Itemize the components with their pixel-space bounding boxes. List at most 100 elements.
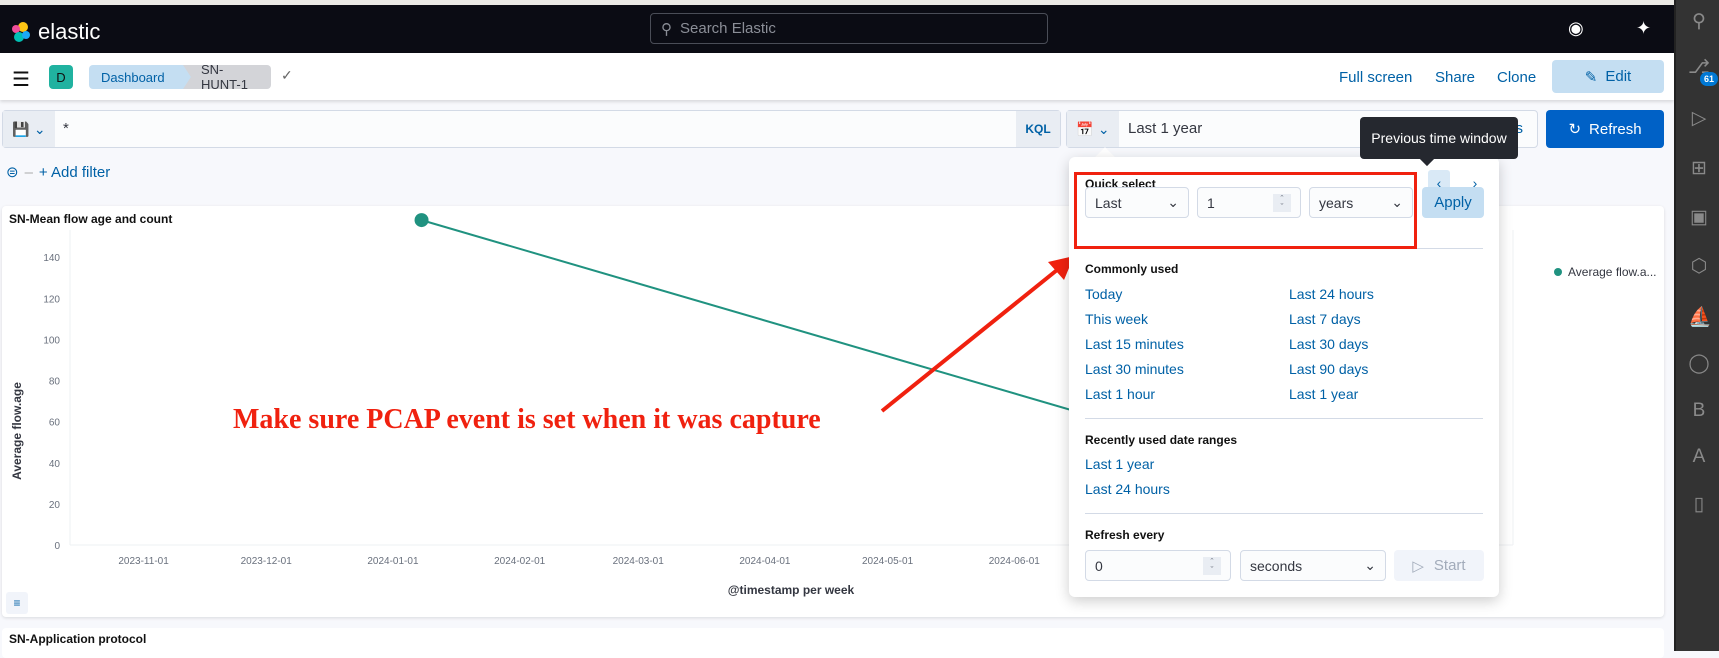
breadcrumb-dashboard[interactable]: Dashboard bbox=[89, 65, 193, 89]
refresh-interval-input[interactable]: 0 ˆˇ bbox=[1085, 550, 1231, 581]
y-tick-label: 60 bbox=[49, 418, 61, 429]
legend-item[interactable]: Average flow.a... bbox=[1568, 265, 1657, 279]
recent-range-link[interactable]: Last 24 hours bbox=[1085, 481, 1170, 497]
commonly-used-link[interactable]: Today bbox=[1085, 286, 1122, 302]
b-icon[interactable]: B bbox=[1688, 400, 1710, 422]
search-input[interactable]: ⚲ Search Elastic bbox=[650, 13, 1048, 44]
apply-button[interactable]: Apply bbox=[1422, 187, 1484, 218]
filter-row: ⊜ – + Add filter bbox=[6, 163, 110, 182]
query-input[interactable]: * bbox=[63, 120, 69, 137]
annotation-text: Make sure PCAP event is set when it was … bbox=[233, 404, 821, 435]
pencil-icon: ✎ bbox=[1584, 68, 1598, 86]
x-tick-label: 2023-11-01 bbox=[118, 556, 169, 567]
x-tick-label: 2024-03-01 bbox=[613, 556, 665, 567]
share-link[interactable]: Share bbox=[1435, 69, 1475, 86]
x-axis-label: @timestamp per week bbox=[728, 583, 855, 597]
panel-title: SN-Application protocol bbox=[9, 632, 147, 646]
add-filter-button[interactable]: + Add filter bbox=[39, 164, 110, 181]
breadcrumb-current: SN-HUNT-1 bbox=[183, 65, 271, 89]
y-tick-label: 120 bbox=[43, 294, 60, 305]
azure-icon[interactable]: A bbox=[1688, 446, 1710, 468]
refresh-icon: ↻ bbox=[1568, 121, 1582, 138]
hexagon-play-icon[interactable]: ⬡ bbox=[1688, 255, 1710, 278]
legend-toggle-icon[interactable]: ≡ bbox=[6, 592, 28, 614]
search-placeholder: Search Elastic bbox=[680, 20, 776, 37]
refresh-unit-select[interactable]: seconds ⌄ bbox=[1240, 550, 1386, 581]
github-icon[interactable]: ◯ bbox=[1688, 352, 1710, 375]
commonly-used-title: Commonly used bbox=[1085, 262, 1179, 276]
top-header: elastic ⚲ Search Elastic ◉ ✦ bbox=[0, 5, 1674, 53]
date-range-value[interactable]: Last 1 year bbox=[1128, 120, 1202, 137]
commonly-used-link[interactable]: Last 15 minutes bbox=[1085, 336, 1184, 352]
y-tick-label: 20 bbox=[49, 500, 61, 511]
space-avatar[interactable]: D bbox=[49, 65, 73, 89]
calendar-icon: 📅 bbox=[1076, 120, 1094, 137]
x-tick-label: 2024-06-01 bbox=[989, 556, 1041, 567]
y-tick-label: 0 bbox=[54, 541, 60, 552]
y-tick-label: 100 bbox=[43, 335, 60, 346]
commonly-used-link[interactable]: Last 1 year bbox=[1289, 386, 1358, 402]
chevron-down-icon: ⌄ bbox=[1364, 557, 1376, 573]
stepper-icon[interactable]: ˆˇ bbox=[1203, 556, 1221, 575]
refresh-button[interactable]: ↻ Refresh bbox=[1546, 110, 1664, 148]
edit-button[interactable]: ✎ Edit bbox=[1552, 60, 1664, 93]
legend-dot bbox=[1554, 268, 1562, 276]
y-tick-label: 140 bbox=[43, 253, 60, 264]
x-tick-label: 2024-05-01 bbox=[862, 556, 914, 567]
commonly-used-link[interactable]: Last 24 hours bbox=[1289, 286, 1374, 302]
clone-link[interactable]: Clone bbox=[1497, 69, 1536, 86]
refresh-interval-value: 0 bbox=[1095, 557, 1103, 574]
news-icon[interactable]: ✦ bbox=[1636, 18, 1651, 39]
commonly-used-link[interactable]: Last 30 minutes bbox=[1085, 361, 1184, 377]
source-control-badge: 61 bbox=[1700, 72, 1718, 86]
refresh-unit-value: seconds bbox=[1250, 557, 1303, 574]
x-tick-label: 2024-02-01 bbox=[494, 556, 546, 567]
full-screen-link[interactable]: Full screen bbox=[1339, 69, 1412, 86]
commonly-used-link[interactable]: Last 90 days bbox=[1289, 361, 1368, 377]
y-tick-label: 80 bbox=[49, 377, 61, 388]
nav-bar: ☰ D Dashboard SN-HUNT-1 ✓ Full screen Sh… bbox=[0, 53, 1674, 100]
search-icon[interactable]: ⚲ bbox=[1688, 10, 1710, 33]
extensions-icon[interactable]: ⊞ bbox=[1688, 157, 1710, 180]
run-debug-icon[interactable]: ▷ bbox=[1688, 107, 1710, 130]
y-tick-label: 40 bbox=[49, 459, 61, 470]
chevron-down-icon: ⌄ bbox=[33, 120, 46, 137]
recent-range-link[interactable]: Last 1 year bbox=[1085, 456, 1154, 472]
x-tick-label: 2024-01-01 bbox=[367, 556, 419, 567]
recently-used-title: Recently used date ranges bbox=[1085, 433, 1238, 447]
elastic-logo[interactable]: elastic bbox=[10, 19, 100, 45]
search-icon: ⚲ bbox=[661, 20, 672, 38]
x-tick-label: 2023-12-01 bbox=[241, 556, 293, 567]
save-icon: 💾 bbox=[12, 120, 30, 137]
play-icon: ▷ bbox=[1412, 557, 1424, 575]
menu-icon[interactable]: ☰ bbox=[12, 67, 30, 92]
check-icon: ✓ bbox=[281, 67, 293, 83]
x-tick-label: 2024-04-01 bbox=[739, 556, 791, 567]
vscode-activity-bar: ⚲ ⎇ 61 ▷ ⊞ ▣ ⬡ ⛵ ◯ B A ▯ bbox=[1674, 0, 1719, 651]
quick-menu-button[interactable]: 📅 ⌄ bbox=[1067, 111, 1119, 147]
start-label: Start bbox=[1433, 557, 1466, 574]
query-bar: 💾 ⌄ * KQL bbox=[2, 110, 1061, 148]
help-icon[interactable]: ◉ bbox=[1568, 18, 1584, 39]
commonly-used-link[interactable]: Last 7 days bbox=[1289, 311, 1361, 327]
annotation-highlight-box bbox=[1074, 172, 1417, 249]
commonly-used-link[interactable]: Last 30 days bbox=[1289, 336, 1368, 352]
tooltip: Previous time window bbox=[1360, 117, 1518, 159]
refresh-every-title: Refresh every bbox=[1085, 528, 1165, 542]
saved-query-button[interactable]: 💾 ⌄ bbox=[3, 111, 55, 147]
commonly-used-link[interactable]: Last 1 hour bbox=[1085, 386, 1155, 402]
panel-application-protocol: SN-Application protocol bbox=[2, 628, 1664, 658]
kql-button[interactable]: KQL bbox=[1016, 111, 1060, 147]
divider: – bbox=[24, 163, 33, 181]
notebook-icon[interactable]: ▯ bbox=[1688, 493, 1710, 516]
docker-icon[interactable]: ⛵ bbox=[1688, 305, 1712, 329]
y-axis-label: Average flow.age bbox=[10, 382, 24, 480]
remote-explorer-icon[interactable]: ▣ bbox=[1688, 206, 1710, 229]
commonly-used-link[interactable]: This week bbox=[1085, 311, 1148, 327]
start-button[interactable]: ▷ Start bbox=[1394, 550, 1484, 581]
data-point bbox=[414, 213, 429, 228]
filter-icon[interactable]: ⊜ bbox=[6, 163, 19, 181]
brand-name: elastic bbox=[38, 19, 101, 44]
divider bbox=[1085, 418, 1483, 419]
edit-label: Edit bbox=[1605, 68, 1632, 85]
